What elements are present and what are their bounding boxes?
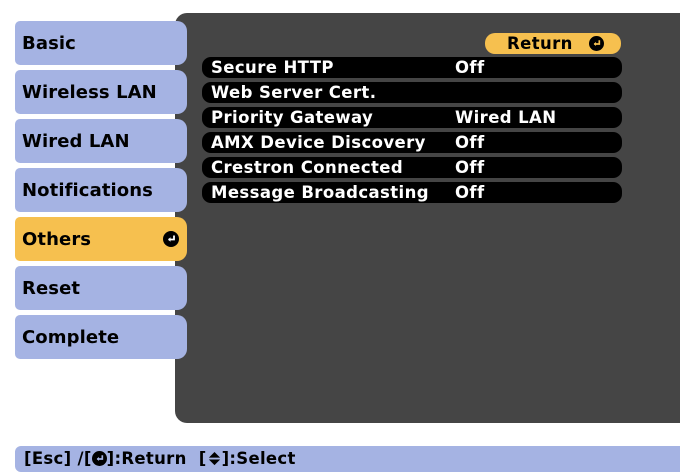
- setting-row-amx-device-discovery[interactable]: AMX Device Discovery Off: [202, 132, 622, 153]
- setting-value: Off: [455, 158, 485, 177]
- sidebar-item-label: Notifications: [22, 179, 153, 201]
- return-label: Return: [507, 34, 573, 53]
- setting-label: Secure HTTP: [211, 58, 334, 77]
- enter-icon: [91, 451, 107, 466]
- setting-label: Message Broadcasting: [211, 183, 429, 202]
- enter-icon: [589, 36, 604, 51]
- up-down-arrow-icon: [208, 451, 220, 466]
- return-button[interactable]: Return: [485, 33, 621, 54]
- setting-value: Off: [455, 133, 485, 152]
- sidebar-item-label: Wired LAN: [22, 130, 130, 152]
- setting-row-crestron-connected[interactable]: Crestron Connected Off: [202, 157, 622, 178]
- setting-value: Off: [455, 58, 485, 77]
- setting-row-web-server-cert[interactable]: Web Server Cert.: [202, 82, 622, 103]
- help-select-text: ]:Select: [221, 449, 296, 468]
- setting-value: Wired LAN: [455, 108, 557, 127]
- setting-row-secure-http[interactable]: Secure HTTP Off: [202, 57, 622, 78]
- setting-row-message-broadcasting[interactable]: Message Broadcasting Off: [202, 182, 622, 203]
- setting-value: Off: [455, 183, 485, 202]
- setting-label: Crestron Connected: [211, 158, 404, 177]
- sidebar-item-wireless-lan[interactable]: Wireless LAN: [15, 70, 187, 114]
- help-bar: [Esc] /[ ]:Return [ ]:Select: [15, 446, 680, 472]
- enter-icon: [163, 231, 179, 247]
- setting-row-priority-gateway[interactable]: Priority Gateway Wired LAN: [202, 107, 622, 128]
- projector-network-menu: Basic Wireless LAN Wired LAN Notificatio…: [0, 0, 680, 472]
- sidebar-item-basic[interactable]: Basic: [15, 21, 187, 65]
- setting-label: Web Server Cert.: [211, 83, 377, 102]
- help-esc-text: [Esc] /[: [24, 449, 92, 468]
- sidebar-item-label: Basic: [22, 32, 76, 54]
- sidebar-item-label: Reset: [22, 277, 81, 299]
- setting-label: Priority Gateway: [211, 108, 374, 127]
- sidebar-item-label: Others: [22, 228, 92, 250]
- sidebar-item-others[interactable]: Others: [15, 217, 187, 261]
- sidebar-item-wired-lan[interactable]: Wired LAN: [15, 119, 187, 163]
- setting-label: AMX Device Discovery: [211, 133, 426, 152]
- sidebar-item-complete[interactable]: Complete: [15, 315, 187, 359]
- sidebar-item-reset[interactable]: Reset: [15, 266, 187, 310]
- sidebar-item-label: Wireless LAN: [22, 81, 157, 103]
- sidebar-item-label: Complete: [22, 326, 120, 348]
- help-return-text: ]:Return [: [106, 449, 207, 468]
- sidebar-item-notifications[interactable]: Notifications: [15, 168, 187, 212]
